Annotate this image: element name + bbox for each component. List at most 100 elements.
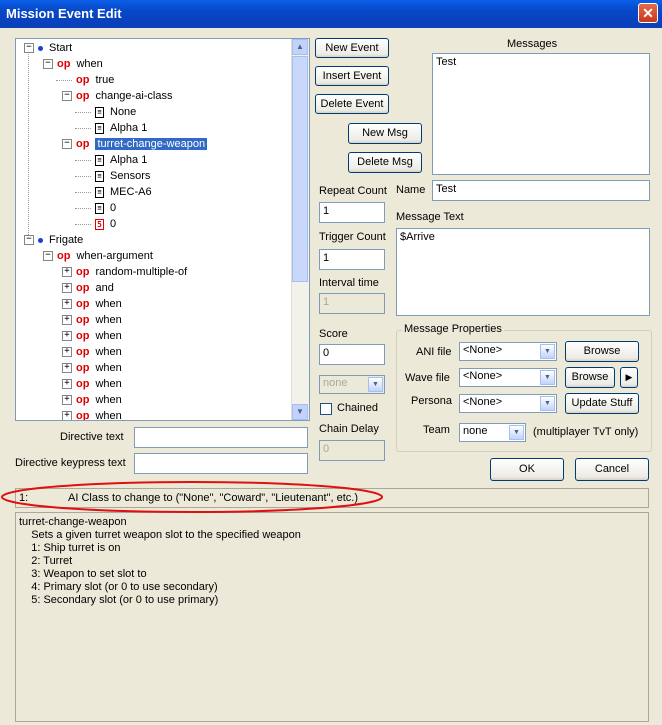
directive-text-label: Directive text — [60, 431, 124, 443]
delete-msg-button[interactable]: Delete Msg — [348, 152, 422, 173]
tree-node-label: Alpha 1 — [110, 122, 148, 134]
persona-value: <None> — [463, 396, 503, 408]
close-button[interactable]: ✕ — [638, 3, 658, 23]
collapse-icon[interactable]: − — [24, 43, 34, 53]
chevron-down-icon[interactable]: ▼ — [540, 344, 555, 359]
expand-icon[interactable]: + — [62, 331, 72, 341]
ani-file-select[interactable]: <None> ▼ — [459, 342, 557, 361]
tree-node-label: change-ai-class — [95, 90, 173, 102]
tree-connector — [75, 176, 91, 177]
annotation-ellipse — [1, 481, 383, 513]
tree-node[interactable]: ≡ Alpha 1 — [95, 120, 147, 136]
window-title: Mission Event Edit — [6, 6, 122, 21]
insert-event-button[interactable]: Insert Event — [315, 66, 389, 86]
cancel-button[interactable]: Cancel — [575, 458, 649, 481]
collapse-icon[interactable]: − — [62, 139, 72, 149]
tree-node[interactable]: ≡ MEC-A6 — [95, 184, 152, 200]
messages-list[interactable]: Test — [432, 53, 650, 175]
scroll-thumb[interactable] — [292, 56, 308, 282]
tree-node[interactable]: op when — [76, 344, 122, 360]
tree-node[interactable]: op random-multiple-of — [76, 264, 187, 280]
update-stuff-button[interactable]: Update Stuff — [565, 393, 639, 414]
message-text-area[interactable]: $Arrive — [396, 228, 650, 316]
tree-node[interactable]: ≡ 0 — [95, 200, 116, 216]
expand-icon[interactable]: + — [62, 347, 72, 357]
tree-node[interactable]: op when — [76, 296, 122, 312]
tree-node[interactable]: op when — [76, 312, 122, 328]
expand-icon[interactable]: + — [62, 363, 72, 373]
tree-scrollbar[interactable]: ▲ ▼ — [291, 39, 309, 420]
tree-node[interactable]: ≡ None — [95, 104, 136, 120]
tree-node[interactable]: op turret-change-weapon — [76, 136, 208, 152]
tree-node[interactable]: op and — [76, 280, 114, 296]
chevron-down-icon[interactable]: ▼ — [540, 370, 555, 385]
scroll-down-icon[interactable]: ▼ — [292, 404, 308, 420]
tree-node[interactable]: op when — [76, 328, 122, 344]
name-field[interactable]: Test — [432, 180, 650, 201]
collapse-icon[interactable]: − — [62, 91, 72, 101]
operator-icon: op — [76, 330, 90, 342]
msg-team-select[interactable]: none ▼ — [459, 423, 526, 442]
tree-node[interactable]: op when — [57, 56, 103, 72]
interval-time-field[interactable]: 1 — [319, 293, 385, 314]
tree-node[interactable]: Start — [38, 40, 72, 56]
tree-node[interactable]: Frigate — [38, 232, 83, 248]
expand-icon[interactable]: + — [62, 283, 72, 293]
document-icon: ≡ — [95, 106, 104, 118]
collapse-icon[interactable]: − — [43, 59, 53, 69]
tree-node[interactable]: op when — [76, 376, 122, 392]
team-select[interactable]: none ▼ — [319, 375, 385, 394]
trigger-count-field[interactable]: 1 — [319, 249, 385, 270]
tree-node[interactable]: ≡ Sensors — [95, 168, 150, 184]
event-root-icon — [38, 45, 43, 51]
expand-icon[interactable]: + — [62, 411, 72, 420]
expand-icon[interactable]: + — [62, 379, 72, 389]
tree-node-label: when — [95, 298, 122, 310]
tree-node[interactable]: op change-ai-class — [76, 88, 173, 104]
expand-icon[interactable]: + — [62, 267, 72, 277]
score-label: Score — [319, 328, 348, 340]
ani-file-label: ANI file — [416, 346, 452, 358]
browse-wave-button[interactable]: Browse — [565, 367, 615, 388]
tree-node[interactable]: op when — [76, 360, 122, 376]
new-event-button[interactable]: New Event — [315, 38, 389, 58]
delete-event-button[interactable]: Delete Event — [315, 94, 389, 114]
collapse-icon[interactable]: − — [43, 251, 53, 261]
repeat-count-field[interactable]: 1 — [319, 202, 385, 223]
expand-icon[interactable]: + — [62, 299, 72, 309]
scroll-up-icon[interactable]: ▲ — [292, 39, 308, 55]
tree-node[interactable]: 50 — [95, 216, 116, 232]
tree-node[interactable]: op true — [76, 72, 114, 88]
message-item[interactable]: Test — [436, 56, 646, 68]
play-icon[interactable]: ▶ — [620, 367, 638, 388]
score-field[interactable]: 0 — [319, 344, 385, 365]
tree-node[interactable]: ≡ Alpha 1 — [95, 152, 147, 168]
repeat-count-label: Repeat Count — [319, 185, 387, 197]
chevron-down-icon[interactable]: ▼ — [368, 377, 383, 392]
tree-node[interactable]: op when — [76, 392, 122, 408]
browse-ani-button[interactable]: Browse — [565, 341, 639, 362]
team-label: Team — [423, 424, 450, 436]
collapse-icon[interactable]: − — [24, 235, 34, 245]
expand-icon[interactable]: + — [62, 315, 72, 325]
directive-text-field[interactable] — [134, 427, 308, 448]
wave-file-select[interactable]: <None> ▼ — [459, 368, 557, 387]
tree-node-label: 0 — [110, 202, 117, 214]
directive-keypress-field[interactable] — [134, 453, 308, 474]
chain-delay-field[interactable]: 0 — [319, 440, 385, 461]
tree-node-label: Alpha 1 — [110, 154, 148, 166]
chevron-down-icon[interactable]: ▼ — [540, 396, 555, 411]
persona-select[interactable]: <None> ▼ — [459, 394, 557, 413]
tree-node[interactable]: op when — [76, 408, 122, 420]
ok-button[interactable]: OK — [490, 458, 564, 481]
chained-checkbox[interactable] — [320, 403, 332, 415]
title-bar[interactable]: Mission Event Edit ✕ — [0, 0, 662, 28]
event-tree[interactable]: ▲ ▼ − Start − op when op true − op change-ai-clas… — [15, 38, 310, 421]
operator-icon: op — [76, 74, 90, 86]
chevron-down-icon[interactable]: ▼ — [509, 425, 524, 440]
tree-node[interactable]: op when-argument — [57, 248, 153, 264]
ani-file-value: <None> — [463, 344, 503, 356]
tree-node-label: when — [95, 314, 122, 326]
expand-icon[interactable]: + — [62, 395, 72, 405]
new-msg-button[interactable]: New Msg — [348, 123, 422, 144]
